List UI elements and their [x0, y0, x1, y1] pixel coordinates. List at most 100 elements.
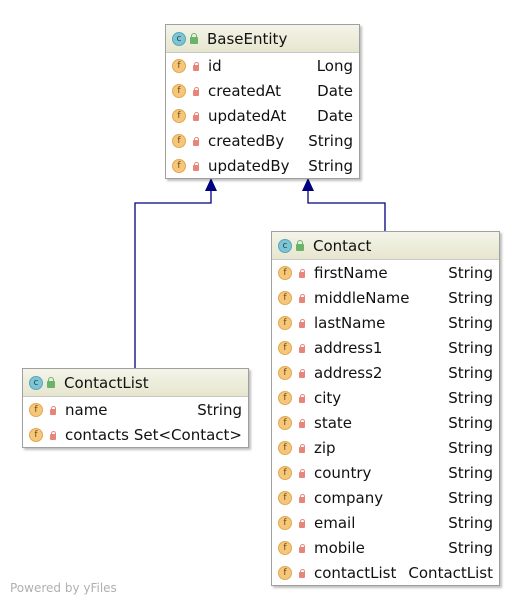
- field-name: firstName: [314, 263, 388, 282]
- field-type: String: [448, 388, 493, 407]
- class-icon: c: [278, 238, 292, 253]
- private-lock-icon: [299, 568, 305, 578]
- field-name: lastName: [314, 313, 386, 332]
- field-type: String: [448, 463, 493, 482]
- field-name: contactList: [314, 563, 397, 582]
- private-lock-icon: [299, 418, 305, 428]
- field-name: address1: [314, 338, 383, 357]
- field-icon: f: [278, 315, 292, 330]
- field-row[interactable]: f email String: [272, 510, 499, 535]
- field-name: contacts: [65, 425, 129, 444]
- field-row[interactable]: f zip String: [272, 435, 499, 460]
- class-name: BaseEntity: [207, 29, 288, 48]
- edge-contactlist-to-baseentity: [134, 190, 212, 368]
- field-type: String: [448, 513, 493, 532]
- field-icon: f: [172, 133, 186, 148]
- class-node-contactlist[interactable]: c ContactList f name String f contacts Set<Cont…: [22, 368, 249, 448]
- private-lock-icon: [50, 405, 56, 415]
- field-type: String: [197, 400, 242, 419]
- unlocked-icon: [47, 377, 55, 388]
- private-lock-icon: [193, 111, 199, 121]
- field-icon: f: [29, 402, 43, 417]
- unlocked-icon: [190, 33, 198, 44]
- field-name: state: [314, 413, 352, 432]
- field-row[interactable]: f contacts Set<Contact>: [23, 422, 248, 447]
- field-icon: f: [172, 83, 186, 98]
- field-row[interactable]: f country String: [272, 460, 499, 485]
- field-icon: f: [278, 340, 292, 355]
- field-row[interactable]: f mobile String: [272, 535, 499, 560]
- field-type: ContactList: [408, 563, 493, 582]
- class-header: c ContactList: [23, 369, 248, 397]
- class-header: c Contact: [272, 232, 499, 260]
- watermark: Powered by yFiles: [10, 581, 117, 595]
- field-name: updatedAt: [208, 106, 287, 125]
- field-type: String: [448, 538, 493, 557]
- field-row[interactable]: f address2 String: [272, 360, 499, 385]
- field-name: city: [314, 388, 342, 407]
- field-type: String: [448, 263, 493, 282]
- field-icon: f: [278, 390, 292, 405]
- field-row[interactable]: f createdAt Date: [166, 78, 359, 103]
- class-header: c BaseEntity: [166, 25, 359, 53]
- field-icon: f: [278, 365, 292, 380]
- field-icon: f: [278, 490, 292, 505]
- field-type: String: [308, 156, 353, 175]
- field-icon: f: [278, 465, 292, 480]
- class-icon: c: [29, 375, 43, 390]
- field-name: createdBy: [208, 131, 285, 150]
- field-icon: f: [278, 265, 292, 280]
- field-row[interactable]: f createdBy String: [166, 128, 359, 153]
- class-node-base[interactable]: c BaseEntity f id Long f createdAt Date f updated…: [165, 24, 360, 179]
- field-icon: f: [278, 515, 292, 530]
- private-lock-icon: [193, 61, 199, 71]
- field-row[interactable]: f address1 String: [272, 335, 499, 360]
- field-row[interactable]: f city String: [272, 385, 499, 410]
- field-type: String: [308, 131, 353, 150]
- field-icon: f: [278, 440, 292, 455]
- field-icon: f: [172, 158, 186, 173]
- field-name: updatedBy: [208, 156, 290, 175]
- field-name: country: [314, 463, 372, 482]
- private-lock-icon: [193, 136, 199, 146]
- field-name: name: [65, 400, 108, 419]
- inheritance-arrowhead: [205, 178, 217, 191]
- field-row[interactable]: f contactList ContactList: [272, 560, 499, 585]
- field-icon: f: [29, 427, 43, 442]
- field-row[interactable]: f name String: [23, 397, 248, 422]
- field-type: String: [448, 338, 493, 357]
- private-lock-icon: [299, 293, 305, 303]
- private-lock-icon: [299, 368, 305, 378]
- field-type: String: [448, 288, 493, 307]
- private-lock-icon: [299, 543, 305, 553]
- field-type: String: [448, 313, 493, 332]
- field-type: Long: [316, 56, 353, 75]
- field-name: id: [208, 56, 222, 75]
- field-type: String: [448, 488, 493, 507]
- field-row[interactable]: f updatedAt Date: [166, 103, 359, 128]
- field-row[interactable]: f firstName String: [272, 260, 499, 285]
- field-icon: f: [278, 540, 292, 555]
- private-lock-icon: [299, 343, 305, 353]
- private-lock-icon: [193, 86, 199, 96]
- field-type: Set<Contact>: [133, 425, 242, 444]
- field-name: createdAt: [208, 81, 282, 100]
- field-icon: f: [278, 415, 292, 430]
- field-row[interactable]: f state String: [272, 410, 499, 435]
- field-row[interactable]: f updatedBy String: [166, 153, 359, 178]
- field-row[interactable]: f middleName String: [272, 285, 499, 310]
- unlocked-icon: [296, 240, 304, 251]
- field-name: address2: [314, 363, 383, 382]
- field-icon: f: [278, 565, 292, 580]
- field-name: zip: [314, 438, 336, 457]
- field-row[interactable]: f company String: [272, 485, 499, 510]
- field-type: String: [448, 438, 493, 457]
- field-icon: f: [278, 290, 292, 305]
- private-lock-icon: [299, 493, 305, 503]
- field-row[interactable]: f lastName String: [272, 310, 499, 335]
- field-type: Date: [317, 81, 353, 100]
- class-node-contact[interactable]: c Contact f firstName String f middleName Strin…: [271, 231, 500, 586]
- field-type: String: [448, 413, 493, 432]
- private-lock-icon: [299, 393, 305, 403]
- field-row[interactable]: f id Long: [166, 53, 359, 78]
